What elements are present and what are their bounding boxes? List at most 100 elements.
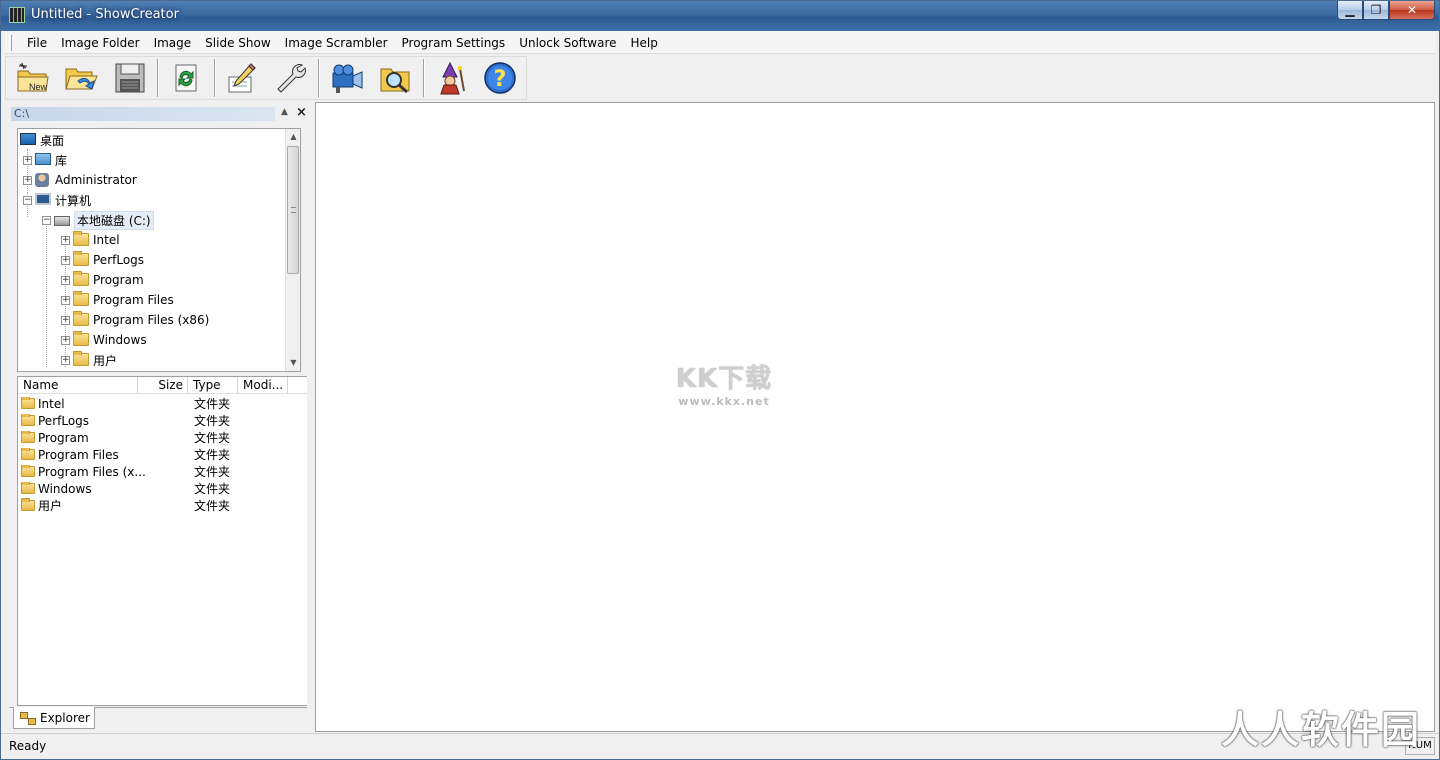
panel-close-button[interactable]: × [296,105,307,120]
new-show-button[interactable]: New [10,58,55,98]
tree-item-folder[interactable]: + Program [61,270,144,290]
window-title: Untitled - ShowCreator [31,7,179,22]
expand-button[interactable]: + [61,295,70,305]
expand-button[interactable]: + [61,335,70,345]
file-row[interactable]: Intel 文件夹 [18,395,308,412]
folder-icon [73,351,89,366]
expand-button[interactable]: + [61,315,70,325]
tree-item-label: Program Files (x86) [93,313,210,327]
open-show-button[interactable] [58,58,103,98]
tree-item-label: Administrator [55,173,137,187]
menu-help[interactable]: Help [624,32,665,54]
folder-icon [73,231,89,246]
expand-button[interactable]: + [61,355,70,365]
file-row[interactable]: Windows 文件夹 [18,480,308,497]
expand-button[interactable]: + [61,275,70,285]
tree-item-folder[interactable]: + Program Files (x86) [61,310,209,330]
tree-item-folder[interactable]: + PerfLogs [61,250,144,270]
column-type[interactable]: Type [188,377,238,394]
tree-item-desktop[interactable]: 桌面 [20,130,64,150]
menu-slide-show[interactable]: Slide Show [198,32,277,54]
tree-item-label: Program Files [93,293,174,307]
tree-item-folder[interactable]: + 用户 [61,350,117,370]
refresh-button[interactable] [163,58,208,98]
tree-item-folder[interactable]: + Program Files [61,290,174,310]
scroll-up-arrow-icon[interactable]: ▲ [286,129,300,145]
panel-collapse-button[interactable]: ▲ [281,107,288,117]
tree-item-computer[interactable]: − 计算机 [23,190,91,210]
menu-image-folder[interactable]: Image Folder [54,32,146,54]
folder-search-icon [380,68,410,94]
new-badge: New [29,82,48,92]
wizard-icon [440,61,465,95]
file-row[interactable]: Program Files 文件夹 [18,446,308,463]
new-folder-icon: New [17,62,49,92]
file-row[interactable]: Program 文件夹 [18,429,308,446]
edit-button[interactable] [220,58,265,98]
tree-item-label: Intel [93,233,120,247]
question-help-icon: ? [484,62,517,94]
file-name: Windows [38,481,92,496]
projector-button[interactable] [324,58,369,98]
refresh-icon [175,64,197,92]
file-name: 用户 [38,499,63,513]
open-folder-icon [65,68,98,90]
browse-folder-button[interactable] [373,58,418,98]
help-button[interactable]: ? [478,58,523,98]
maximize-button[interactable]: ❐ [1363,1,1389,20]
app-film-icon[interactable] [9,7,25,23]
collapse-button[interactable]: − [23,195,32,205]
tree-scrollbar[interactable]: ▲ ▼ [285,129,300,371]
expand-button[interactable]: + [61,255,70,265]
tree-item-folder[interactable]: + Intel [61,230,120,250]
tree-item-label: 本地磁盘 (C:) [74,210,154,230]
menu-unlock-software[interactable]: Unlock Software [512,32,623,54]
settings-button[interactable] [268,58,313,98]
menu-file[interactable]: File [20,32,54,54]
close-button[interactable]: ✕ [1389,1,1435,20]
menubar-grip[interactable] [9,34,12,51]
column-size[interactable]: Size [138,377,188,394]
folder-icon [21,413,35,426]
tab-explorer[interactable]: Explorer [13,707,95,729]
tree-item-library[interactable]: + 库 [23,150,67,170]
caption-buttons: ▁ ❐ ✕ [1337,1,1435,20]
slide-preview-area[interactable]: KK下载 www.kkx.net [315,102,1435,732]
menu-bar: File Image Folder Image Slide Show Image… [5,32,1435,54]
file-type: 文件夹 [194,414,231,428]
svg-text:?: ? [494,67,507,92]
expand-button[interactable]: + [61,235,70,245]
drive-icon [54,216,70,226]
folder-tree[interactable]: 桌面 + 库 + Administrator − 计算机 − 本地磁盘 (C:) [17,128,301,372]
title-bar[interactable]: Untitled - ShowCreator ▁ ❐ ✕ [1,1,1439,31]
file-type: 文件夹 [194,431,231,445]
floppy-disk-icon [115,63,145,93]
save-show-button[interactable] [107,58,152,98]
menu-image-scrambler[interactable]: Image Scrambler [278,32,395,54]
folder-icon [21,481,35,494]
scroll-thumb[interactable] [287,146,299,274]
minimize-button[interactable]: ▁ [1337,1,1363,20]
file-row[interactable]: PerfLogs 文件夹 [18,412,308,429]
wizard-button[interactable] [429,58,474,98]
scroll-down-arrow-icon[interactable]: ▼ [286,355,300,371]
tree-item-local-disk-c[interactable]: − 本地磁盘 (C:) [42,210,154,230]
file-type: 文件夹 [194,482,231,496]
column-modified[interactable]: Modi... [238,377,288,394]
expand-button[interactable]: + [23,155,32,165]
watermark-title: KK下载 [675,364,773,394]
file-row[interactable]: 用户 文件夹 [18,497,308,514]
expand-button[interactable]: + [23,175,32,185]
menu-program-settings[interactable]: Program Settings [395,32,513,54]
wrench-icon [277,64,306,93]
column-name[interactable]: Name [18,377,138,394]
panel-splitter[interactable] [307,102,315,732]
file-list[interactable]: Name Size Type Modi... Intel 文件夹 PerfLog… [17,376,309,706]
collapse-button[interactable]: − [42,215,51,225]
file-type: 文件夹 [194,448,231,462]
tree-item-administrator[interactable]: + Administrator [23,170,137,190]
file-row[interactable]: Program Files (x... 文件夹 [18,463,308,480]
folder-icon [21,498,35,511]
menu-image[interactable]: Image [147,32,199,54]
tree-item-folder[interactable]: + Windows [61,330,147,350]
